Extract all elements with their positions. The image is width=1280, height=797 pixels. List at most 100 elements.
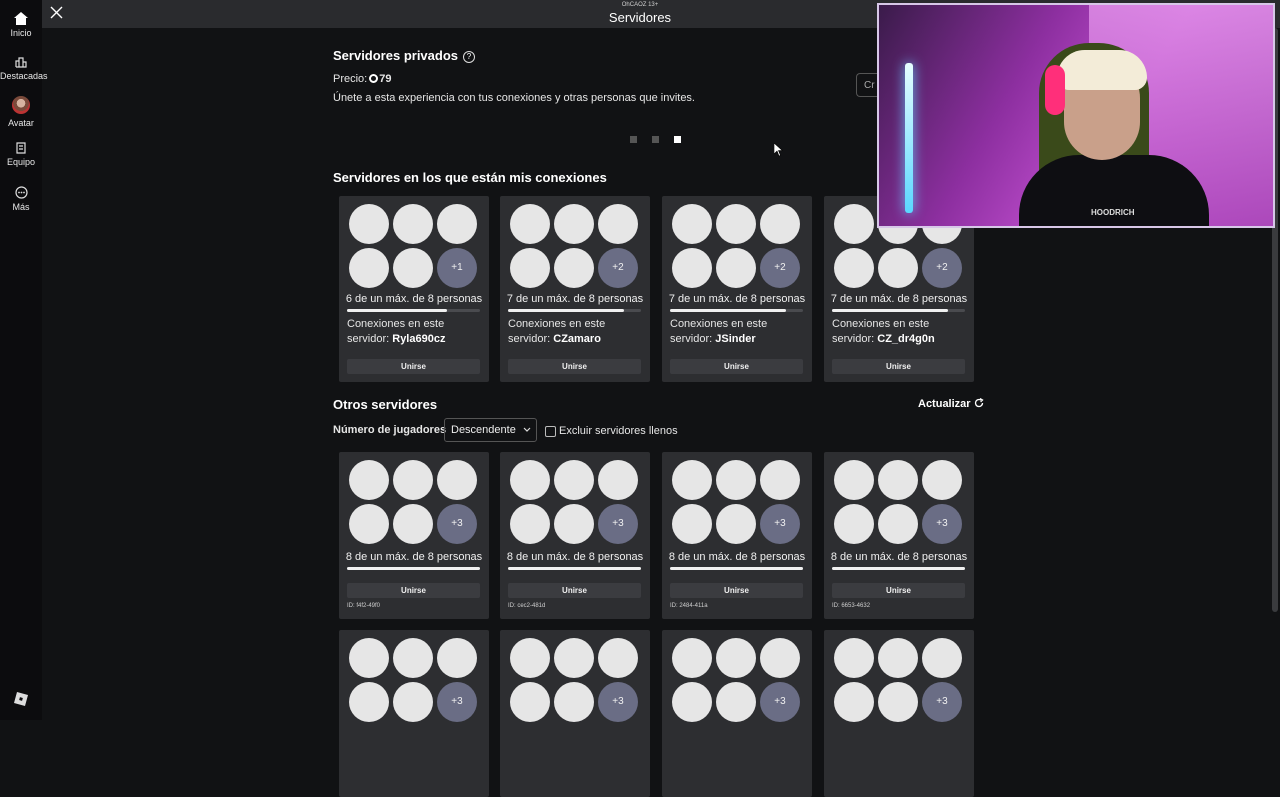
- player-avatar: [834, 504, 874, 544]
- player-avatar: [554, 460, 594, 500]
- capacity-bar-fill: [508, 567, 641, 570]
- webcam-person-body: [1019, 155, 1209, 226]
- sidebar-item-label: Avatar: [8, 118, 34, 128]
- player-avatar: [393, 204, 433, 244]
- player-avatar: [672, 638, 712, 678]
- player-avatar: [878, 504, 918, 544]
- player-avatar: [672, 204, 712, 244]
- player-avatar: [834, 248, 874, 288]
- player-count: 7 de un máx. de 8 personas: [830, 293, 968, 305]
- player-avatar: [716, 248, 756, 288]
- player-avatar: [393, 248, 433, 288]
- sidebar-item-avatar[interactable]: Avatar: [0, 96, 42, 128]
- sort-value: Descendente: [451, 424, 516, 436]
- roblox-logo-icon[interactable]: [14, 692, 28, 706]
- player-avatar: [760, 638, 800, 678]
- mouse-cursor-icon: [774, 143, 783, 157]
- capacity-bar: [508, 567, 641, 570]
- player-avatar: [716, 504, 756, 544]
- extra-players-badge: +3: [922, 682, 962, 722]
- extra-players-badge: +3: [598, 504, 638, 544]
- player-avatar: [554, 248, 594, 288]
- player-count: 8 de un máx. de 8 personas: [668, 551, 806, 563]
- refresh-label: Actualizar: [918, 398, 971, 410]
- capacity-bar: [347, 567, 480, 570]
- join-button[interactable]: Unirse: [670, 359, 803, 374]
- connection-name: CZamaro: [553, 333, 601, 345]
- join-button[interactable]: Unirse: [508, 583, 641, 598]
- server-card: +3 8 de un máx. de 8 personas Unirse ID: 24…: [662, 452, 812, 619]
- sidebar: Inicio Destacadas Avatar Equipo Más: [0, 0, 48, 720]
- connection-name: CZ_dr4g0n: [877, 333, 935, 345]
- player-avatar: [510, 682, 550, 722]
- capacity-bar-fill: [670, 567, 803, 570]
- avatar: [12, 96, 30, 114]
- connections-info: Conexiones en este servidor: CZ_dr4g0n: [832, 317, 970, 347]
- join-button[interactable]: Unirse: [347, 359, 480, 374]
- player-avatar: [716, 638, 756, 678]
- player-avatar: [672, 682, 712, 722]
- webcam-shirt-text: HOODRICH: [1091, 208, 1135, 217]
- sidebar-item-equipo[interactable]: Equipo: [0, 142, 42, 167]
- player-count: 6 de un máx. de 8 personas: [345, 293, 483, 305]
- player-avatar: [349, 638, 389, 678]
- price-label: Precio:: [333, 73, 368, 85]
- pagination-dot[interactable]: [652, 136, 659, 143]
- player-avatar: [598, 460, 638, 500]
- player-avatar: [349, 504, 389, 544]
- extra-players-badge: +3: [598, 682, 638, 722]
- capacity-bar: [508, 309, 641, 312]
- player-avatar: [878, 460, 918, 500]
- extra-players-badge: +1: [437, 248, 477, 288]
- join-button[interactable]: Unirse: [347, 583, 480, 598]
- player-count: 8 de un máx. de 8 personas: [830, 551, 968, 563]
- extra-players-badge: +2: [598, 248, 638, 288]
- pagination-dot-active[interactable]: [674, 136, 681, 143]
- server-card: +3: [824, 630, 974, 797]
- sidebar-item-destacadas[interactable]: Destacadas: [0, 56, 48, 81]
- player-avatar: [716, 204, 756, 244]
- capacity-bar: [670, 567, 803, 570]
- extra-players-badge: +2: [922, 248, 962, 288]
- capacity-bar: [347, 309, 480, 312]
- player-avatar: [437, 638, 477, 678]
- player-avatar: [510, 460, 550, 500]
- private-servers-title: Servidores privados: [333, 48, 458, 63]
- capacity-bar-fill: [508, 309, 625, 312]
- sidebar-item-mas[interactable]: Más: [0, 186, 42, 212]
- player-avatar: [393, 504, 433, 544]
- connections-info: Conexiones en este servidor: Ryla690cz: [347, 317, 485, 347]
- capacity-bar-fill: [832, 309, 949, 312]
- player-avatar: [349, 682, 389, 722]
- player-avatar: [393, 682, 433, 722]
- player-avatar: [834, 204, 874, 244]
- exclude-full-label: Excluir servidores llenos: [559, 425, 678, 437]
- server-card: +2 7 de un máx. de 8 personas Conexiones e…: [662, 196, 812, 382]
- server-card: +3: [500, 630, 650, 797]
- exclude-full-checkbox[interactable]: [545, 426, 556, 437]
- pagination-dot[interactable]: [630, 136, 637, 143]
- player-avatar: [878, 248, 918, 288]
- join-button[interactable]: Unirse: [508, 359, 641, 374]
- chevron-down-icon: [523, 427, 531, 432]
- player-avatar: [554, 204, 594, 244]
- sort-dropdown[interactable]: Descendente: [444, 418, 537, 442]
- connections-heading: Servidores en los que están mis conexion…: [333, 170, 607, 185]
- server-card: +3 8 de un máx. de 8 personas Unirse ID: ce…: [500, 452, 650, 619]
- player-count: 7 de un máx. de 8 personas: [668, 293, 806, 305]
- refresh-button[interactable]: Actualizar: [918, 397, 984, 410]
- player-avatar: [554, 504, 594, 544]
- player-avatar: [554, 682, 594, 722]
- player-avatar: [510, 638, 550, 678]
- capacity-bar-fill: [832, 567, 965, 570]
- robux-icon: [369, 74, 379, 83]
- join-button[interactable]: Unirse: [832, 583, 965, 598]
- join-button[interactable]: Unirse: [670, 583, 803, 598]
- help-icon[interactable]: ?: [463, 51, 475, 63]
- player-avatar: [672, 248, 712, 288]
- webcam-light-tube: [905, 63, 913, 213]
- player-avatar: [554, 638, 594, 678]
- sidebar-item-label: Más: [12, 202, 30, 212]
- join-button[interactable]: Unirse: [832, 359, 965, 374]
- sidebar-item-label: Destacadas: [0, 71, 48, 81]
